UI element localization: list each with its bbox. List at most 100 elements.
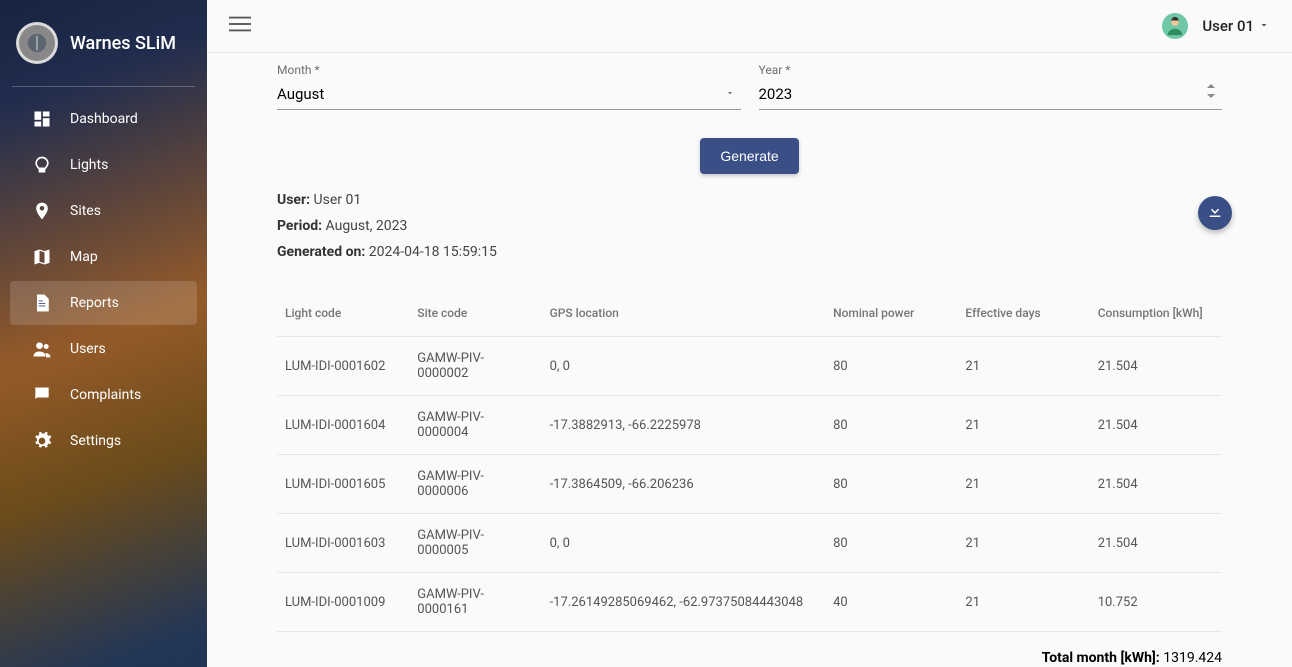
- cell-site: GAMW-PIV-0000006: [409, 455, 541, 514]
- cell-gps: -17.3864509, -66.206236: [542, 455, 826, 514]
- th-consumption: Consumption [kWh]: [1090, 296, 1222, 337]
- sidebar-item-label: Sites: [70, 203, 101, 219]
- map-icon: [32, 247, 52, 267]
- cell-site: GAMW-PIV-0000161: [409, 573, 541, 632]
- user-name-label: User 01: [1202, 17, 1254, 35]
- table-row: LUM-IDI-0001603GAMW-PIV-00000050, 080212…: [277, 514, 1222, 573]
- sidebar-item-users[interactable]: Users: [10, 327, 197, 371]
- cell-nominal: 80: [825, 455, 957, 514]
- th-nominal: Nominal power: [825, 296, 957, 337]
- sidebar-item-label: Reports: [70, 295, 119, 311]
- year-input[interactable]: 2023: [759, 79, 1223, 110]
- cell-light: LUM-IDI-0001605: [277, 455, 409, 514]
- total-label: Total month [kWh]:: [1042, 650, 1160, 666]
- total-value: 1319.424: [1163, 650, 1222, 666]
- hamburger-icon[interactable]: [229, 13, 251, 39]
- cell-days: 21: [957, 337, 1089, 396]
- cell-light: LUM-IDI-0001603: [277, 514, 409, 573]
- cell-gps: 0, 0: [542, 337, 826, 396]
- dashboard-icon: [32, 109, 52, 129]
- user-value: User 01: [314, 192, 362, 208]
- cell-days: 21: [957, 455, 1089, 514]
- brand-logo: [16, 22, 58, 64]
- cell-site: GAMW-PIV-0000005: [409, 514, 541, 573]
- sidebar-item-label: Users: [70, 341, 106, 357]
- sidebar-item-label: Map: [70, 249, 98, 265]
- generate-button[interactable]: Generate: [700, 138, 798, 174]
- cell-nominal: 80: [825, 337, 957, 396]
- th-site-code: Site code: [409, 296, 541, 337]
- cell-gps: -17.26149285069462, -62.97375084443048: [542, 573, 826, 632]
- sidebar-item-settings[interactable]: Settings: [10, 419, 197, 463]
- sidebar-item-reports[interactable]: Reports: [10, 281, 197, 325]
- th-days: Effective days: [957, 296, 1089, 337]
- cell-nominal: 80: [825, 514, 957, 573]
- cell-gps: 0, 0: [542, 514, 826, 573]
- brand-name: Warnes SLiM: [70, 33, 176, 54]
- cell-nominal: 40: [825, 573, 957, 632]
- file-icon: [32, 293, 52, 313]
- report-table: Light code Site code GPS location Nomina…: [277, 296, 1222, 632]
- chevron-down-icon: [1258, 17, 1270, 35]
- sidebar-item-map[interactable]: Map: [10, 235, 197, 279]
- cell-light: LUM-IDI-0001604: [277, 396, 409, 455]
- th-light-code: Light code: [277, 296, 409, 337]
- sidebar-item-label: Settings: [70, 433, 121, 449]
- cell-kwh: 21.504: [1090, 455, 1222, 514]
- sidebar-item-sites[interactable]: Sites: [10, 189, 197, 233]
- user-menu[interactable]: User 01: [1162, 13, 1270, 39]
- sidebar-item-label: Dashboard: [70, 111, 138, 127]
- sidebar-item-complaints[interactable]: Complaints: [10, 373, 197, 417]
- gear-icon: [32, 431, 52, 451]
- cell-days: 21: [957, 396, 1089, 455]
- table-row: LUM-IDI-0001605GAMW-PIV-0000006-17.38645…: [277, 455, 1222, 514]
- sidebar-divider: [12, 86, 195, 87]
- download-icon: [1206, 202, 1224, 224]
- cell-nominal: 80: [825, 396, 957, 455]
- year-field[interactable]: Year * 2023: [759, 63, 1223, 110]
- cell-gps: -17.3882913, -66.2225978: [542, 396, 826, 455]
- sidebar-item-lights[interactable]: Lights: [10, 143, 197, 187]
- month-select[interactable]: August: [277, 79, 741, 110]
- cell-kwh: 21.504: [1090, 337, 1222, 396]
- cell-days: 21: [957, 514, 1089, 573]
- month-field[interactable]: Month * August: [277, 63, 741, 110]
- table-row: LUM-IDI-0001009GAMW-PIV-0000161-17.26149…: [277, 573, 1222, 632]
- avatar: [1162, 13, 1188, 39]
- cell-light: LUM-IDI-0001009: [277, 573, 409, 632]
- cell-light: LUM-IDI-0001602: [277, 337, 409, 396]
- total-row: Total month [kWh]: 1319.424: [225, 632, 1274, 666]
- sidebar-item-dashboard[interactable]: Dashboard: [10, 97, 197, 141]
- lightbulb-icon: [32, 155, 52, 175]
- cell-site: GAMW-PIV-0000002: [409, 337, 541, 396]
- filter-row: Month * August Year * 2023: [225, 53, 1274, 110]
- brand: Warnes SLiM: [0, 0, 207, 86]
- generated-label: Generated on:: [277, 244, 365, 260]
- generate-row: Generate: [225, 110, 1274, 192]
- th-gps: GPS location: [542, 296, 826, 337]
- cell-kwh: 21.504: [1090, 396, 1222, 455]
- cell-days: 21: [957, 573, 1089, 632]
- users-icon: [32, 339, 52, 359]
- main-content: Month * August Year * 2023 Generate User…: [207, 53, 1292, 667]
- topbar: User 01: [207, 0, 1292, 53]
- cell-kwh: 10.752: [1090, 573, 1222, 632]
- cell-site: GAMW-PIV-0000004: [409, 396, 541, 455]
- year-label: Year *: [759, 63, 1223, 77]
- month-label: Month *: [277, 63, 741, 77]
- period-value: August, 2023: [326, 218, 408, 234]
- report-info: User: User 01 Period: August, 2023 Gener…: [225, 192, 1274, 260]
- table-row: LUM-IDI-0001602GAMW-PIV-00000020, 080212…: [277, 337, 1222, 396]
- sidebar-item-label: Lights: [70, 157, 108, 173]
- download-button[interactable]: [1198, 196, 1232, 230]
- period-label: Period:: [277, 218, 322, 234]
- user-label: User:: [277, 192, 310, 208]
- cell-kwh: 21.504: [1090, 514, 1222, 573]
- sidebar-item-label: Complaints: [70, 387, 141, 403]
- sidebar: Warnes SLiM Dashboard Lights Sites Map R…: [0, 0, 207, 667]
- marker-icon: [32, 201, 52, 221]
- generated-value: 2024-04-18 15:59:15: [369, 244, 497, 260]
- table-header-row: Light code Site code GPS location Nomina…: [277, 296, 1222, 337]
- table-row: LUM-IDI-0001604GAMW-PIV-0000004-17.38829…: [277, 396, 1222, 455]
- flag-icon: [32, 385, 52, 405]
